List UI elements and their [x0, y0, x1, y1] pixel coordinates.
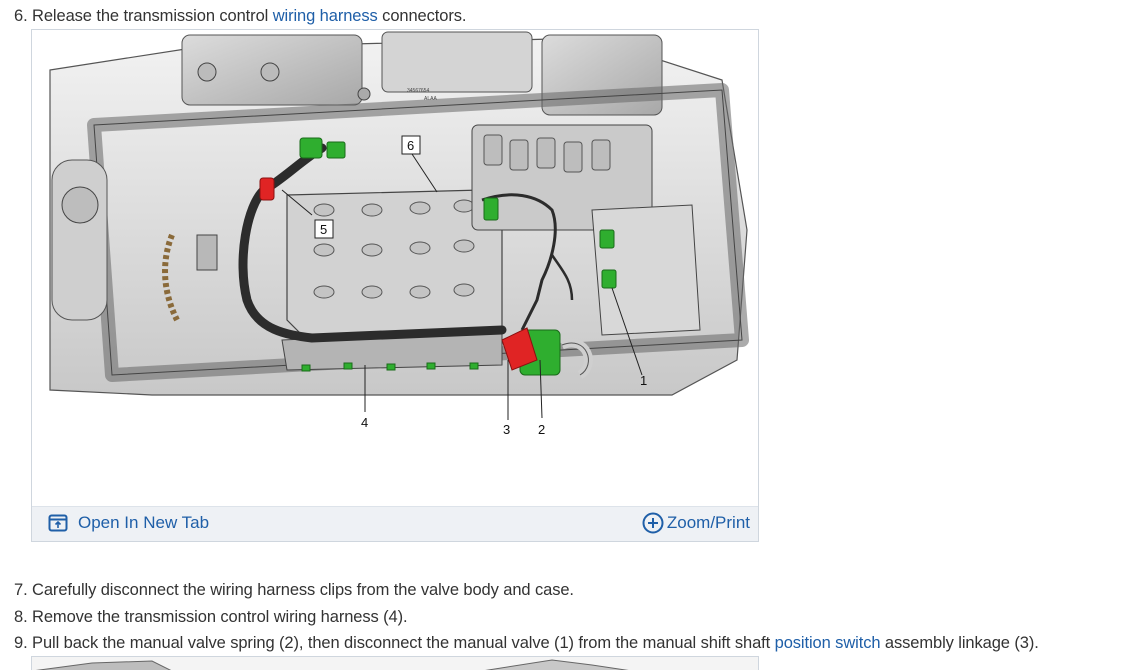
- callout-4: 4: [361, 415, 368, 430]
- step-6-suffix: connectors.: [377, 7, 467, 25]
- step-7: 7. Carefully disconnect the wiring harne…: [14, 581, 574, 599]
- open-new-tab-label: Open In New Tab: [78, 513, 210, 532]
- step-9-text: 9. Pull back the manual valve spring (2)…: [14, 634, 775, 652]
- callout-6: 6: [407, 138, 414, 153]
- transmission-drawing: 34567654 ALAA 6 5 4 3 2 1: [49, 31, 749, 437]
- step-9: 9. Pull back the manual valve spring (2)…: [14, 634, 1039, 653]
- wiring-harness-link[interactable]: wiring harness: [273, 7, 378, 25]
- step-6-text: 6. Release the transmission control: [14, 7, 273, 25]
- part-number: 34567654: [407, 88, 429, 94]
- callout-3: 3: [503, 422, 510, 437]
- callout-5: 5: [320, 222, 327, 237]
- next-illustration-partial: [35, 659, 629, 670]
- step-6: 6. Release the transmission control wiri…: [14, 7, 466, 26]
- figure-container: 34567654 ALAA 6 5 4 3 2 1 Open In New Ta…: [31, 29, 759, 542]
- step-8: 8. Remove the transmission control wirin…: [14, 608, 408, 626]
- zoom-print-label: Zoom/Print: [666, 513, 750, 532]
- transmission-illustration[interactable]: 34567654 ALAA 6 5 4 3 2 1: [32, 30, 758, 507]
- position-switch-link[interactable]: position switch: [775, 634, 881, 652]
- zoom-print-button[interactable]: Zoom/Print: [642, 512, 750, 534]
- callout-2: 2: [538, 422, 545, 437]
- figure-toolbar: Open In New Tab Zoom/Print: [32, 506, 758, 541]
- open-new-tab-button[interactable]: Open In New Tab: [48, 513, 209, 533]
- callout-1: 1: [640, 373, 647, 388]
- open-new-tab-icon: [48, 514, 68, 532]
- zoom-plus-icon: [642, 512, 664, 534]
- step-9-suffix: assembly linkage (3).: [880, 634, 1039, 652]
